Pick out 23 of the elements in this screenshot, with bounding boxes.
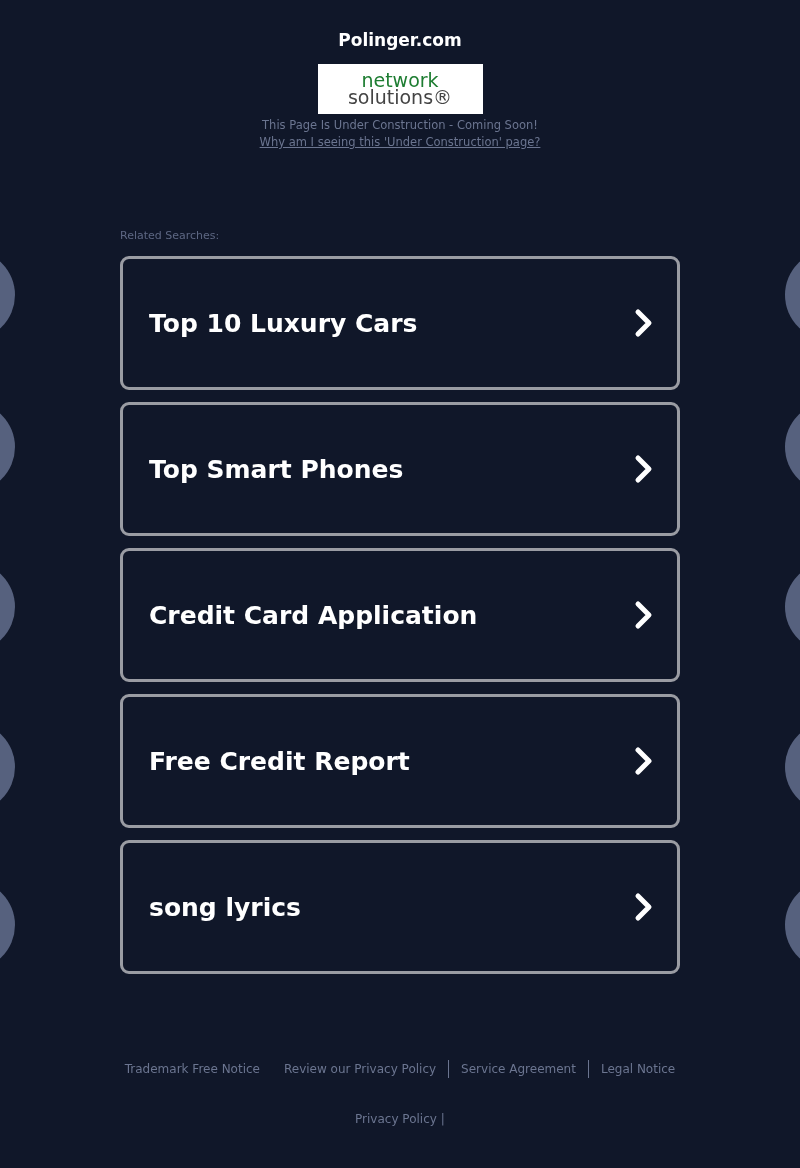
site-title: Polinger.com [338, 30, 462, 50]
info-link[interactable]: Why am I seeing this 'Under Construction' page? [259, 135, 541, 149]
construction-notice: This Page Is Under Construction - Coming Soon! [262, 118, 538, 132]
footer-link[interactable]: Legal Notice [588, 1062, 676, 1076]
search-link-label: Credit Card Application [149, 600, 478, 630]
chevron-right-icon [633, 745, 655, 777]
search-link-card[interactable]: Top 10 Luxury Cars [120, 256, 680, 390]
search-link-card[interactable]: song lyrics [120, 840, 680, 974]
related-searches-label: Related Searches: [120, 229, 220, 242]
search-link-label: Free Credit Report [149, 746, 410, 776]
privacy-link[interactable]: Privacy Policy [355, 1112, 437, 1126]
search-link-card[interactable]: Top Smart Phones [120, 402, 680, 536]
search-link-label: Top 10 Luxury Cars [149, 308, 418, 338]
search-link-label: song lyrics [149, 892, 301, 922]
logo-text: solutions® [347, 89, 453, 106]
search-link-label: Top Smart Phones [149, 454, 404, 484]
footer-link[interactable]: Service Agreement [449, 1062, 588, 1076]
logo-text: network [361, 72, 439, 89]
footer-link[interactable]: Trademark Free Notice [124, 1062, 272, 1076]
footer-link[interactable]: Review our Privacy Policy [272, 1062, 449, 1076]
search-link-card[interactable]: Free Credit Report [120, 694, 680, 828]
search-link-card[interactable]: Credit Card Application [120, 548, 680, 682]
separator: | [440, 1112, 445, 1126]
